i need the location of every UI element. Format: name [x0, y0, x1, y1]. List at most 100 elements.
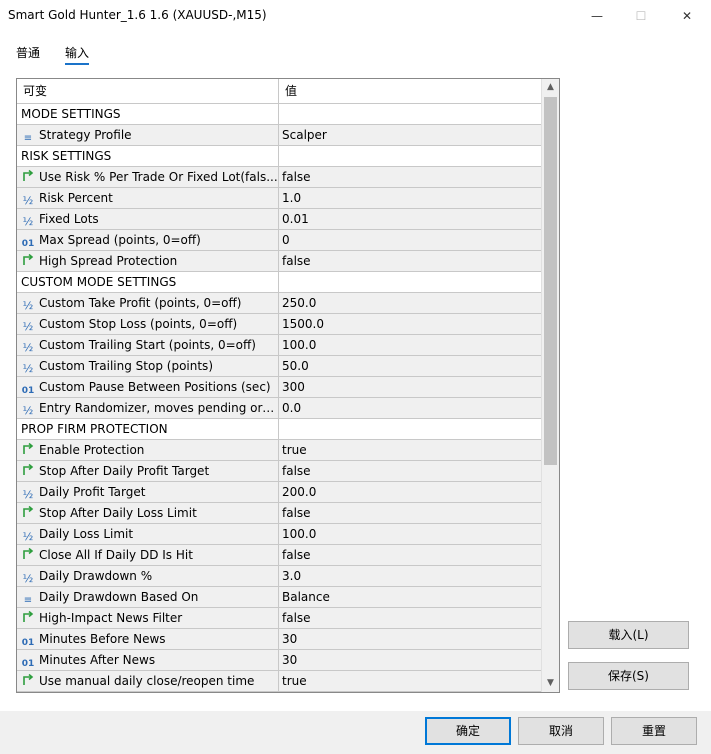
parameter-value[interactable]: 1500.0	[279, 314, 540, 334]
window-title: Smart Gold Hunter_1.6 1.6 (XAUUSD-,M15)	[8, 8, 267, 22]
parameter-value[interactable]: 100.0	[279, 524, 540, 544]
parameter-name: Entry Randomizer, moves pending ord...	[39, 401, 279, 415]
parameter-value[interactable]: false	[279, 167, 540, 187]
parameter-name-cell: RISK SETTINGS	[17, 146, 279, 166]
section-row[interactable]: CUSTOM MODE SETTINGS	[17, 272, 541, 293]
parameter-name: Daily Loss Limit	[39, 527, 134, 541]
bool-arrow-icon	[21, 505, 35, 519]
parameter-value[interactable]: 30	[279, 629, 540, 649]
parameter-row[interactable]: ½ Custom Stop Loss (points, 0=off) 1500.0	[17, 314, 541, 335]
parameter-name-cell: CUSTOM MODE SETTINGS	[17, 272, 279, 292]
parameter-value[interactable]: 1.0	[279, 188, 540, 208]
parameter-value[interactable]: 0	[279, 230, 540, 250]
tab-general[interactable]: 普通	[16, 42, 40, 63]
parameter-value[interactable]: 0.01	[279, 209, 540, 229]
parameter-name-cell: High Spread Protection	[17, 251, 279, 271]
parameter-name: High Spread Protection	[39, 254, 178, 268]
close-icon[interactable]: ✕	[664, 0, 710, 32]
parameter-name: Strategy Profile	[39, 128, 132, 142]
cancel-button[interactable]: 取消	[518, 717, 604, 745]
parameter-value[interactable]: 0.0	[279, 398, 540, 418]
parameter-row[interactable]: ½ Daily Loss Limit 100.0	[17, 524, 541, 545]
scroll-thumb[interactable]	[544, 97, 557, 465]
section-row[interactable]: RISK SETTINGS	[17, 146, 541, 167]
parameter-row[interactable]: Use Risk % Per Trade Or Fixed Lot(fals..…	[17, 167, 541, 188]
parameter-row[interactable]: ½ Risk Percent 1.0	[17, 188, 541, 209]
load-button[interactable]: 载入(L)	[568, 621, 689, 649]
parameter-row[interactable]: Enable Protection true	[17, 440, 541, 461]
parameter-name-cell: PROP FIRM PROTECTION	[17, 419, 279, 439]
parameter-row[interactable]: ½ Entry Randomizer, moves pending ord... 0…	[17, 398, 541, 419]
parameter-value[interactable]: true	[279, 671, 540, 691]
parameter-row[interactable]: ½ Daily Profit Target 200.0	[17, 482, 541, 503]
parameter-value[interactable]: 300	[279, 377, 540, 397]
parameter-row[interactable]: ½ Custom Trailing Start (points, 0=off) 10…	[17, 335, 541, 356]
reset-button[interactable]: 重置	[611, 717, 697, 745]
column-header-value[interactable]: 值	[279, 79, 297, 103]
double-type-icon: ½	[22, 215, 34, 228]
parameter-row[interactable]: 01 Minutes After News 30	[17, 650, 541, 671]
parameter-value[interactable]: false	[279, 608, 540, 628]
double-type-icon: ½	[22, 194, 34, 207]
parameter-value[interactable]: 30	[279, 650, 540, 670]
parameter-row[interactable]: High-Impact News Filter false	[17, 608, 541, 629]
parameter-value[interactable]: 250.0	[279, 293, 540, 313]
scroll-down-arrow-icon[interactable]: ▼	[542, 675, 559, 692]
parameter-name: Minutes Before News	[39, 632, 166, 646]
section-row[interactable]: PROP FIRM PROTECTION	[17, 419, 541, 440]
parameter-row[interactable]: 01 Custom Pause Between Positions (sec) 30…	[17, 377, 541, 398]
dialog-footer: 确定 取消 重置	[0, 711, 711, 754]
parameter-value[interactable]: false	[279, 461, 540, 481]
parameter-name-cell: ½ Fixed Lots	[17, 209, 279, 229]
parameter-value[interactable]: 100.0	[279, 335, 540, 355]
parameter-row[interactable]: 01 Max Spread (points, 0=off) 0	[17, 230, 541, 251]
parameter-row[interactable]: ½ Custom Trailing Stop (points) 50.0	[17, 356, 541, 377]
parameter-row[interactable]: Stop After Daily Loss Limit false	[17, 503, 541, 524]
parameter-value[interactable]: true	[279, 440, 540, 460]
parameter-name-cell: ½ Risk Percent	[17, 188, 279, 208]
vertical-scrollbar[interactable]: ▲ ▼	[541, 79, 559, 692]
grid-rows: MODE SETTINGS ≡ Strategy Profile Scalper RIS…	[17, 104, 541, 692]
parameter-name: Enable Protection	[39, 443, 145, 457]
parameter-row[interactable]: ½ Fixed Lots 0.01	[17, 209, 541, 230]
grid-header: 可变 值	[17, 79, 541, 104]
minimize-icon[interactable]: —	[574, 0, 620, 32]
parameter-row[interactable]: ½ Daily Drawdown % 3.0	[17, 566, 541, 587]
parameter-name: Custom Trailing Start (points, 0=off)	[39, 338, 256, 352]
parameter-value[interactable]: 200.0	[279, 482, 540, 502]
ok-button[interactable]: 确定	[425, 717, 511, 745]
column-header-variable[interactable]: 可变	[17, 79, 279, 103]
parameter-value[interactable]: Balance	[279, 587, 540, 607]
parameter-row[interactable]: Close All If Daily DD Is Hit false	[17, 545, 541, 566]
parameter-row[interactable]: ½ Custom Take Profit (points, 0=off) 250.0	[17, 293, 541, 314]
bool-arrow-icon	[21, 463, 35, 477]
parameter-row[interactable]: ≡ Daily Drawdown Based On Balance	[17, 587, 541, 608]
bool-arrow-icon	[21, 442, 35, 456]
parameter-row[interactable]: Stop After Daily Profit Target false	[17, 461, 541, 482]
save-button[interactable]: 保存(S)	[568, 662, 689, 690]
parameter-name: Stop After Daily Profit Target	[39, 464, 210, 478]
parameter-name: Daily Profit Target	[39, 485, 146, 499]
tab-inputs[interactable]: 输入	[65, 42, 90, 65]
bool-arrow-icon	[21, 673, 35, 687]
bool-arrow-icon	[21, 253, 35, 267]
section-row[interactable]: MODE SETTINGS	[17, 104, 541, 125]
parameter-row[interactable]: Use manual daily close/reopen time true	[17, 671, 541, 692]
double-type-icon: ½	[22, 362, 34, 375]
parameter-name-cell: MODE SETTINGS	[17, 104, 279, 124]
parameter-name: Custom Trailing Stop (points)	[39, 359, 213, 373]
scroll-up-arrow-icon[interactable]: ▲	[542, 79, 559, 96]
parameter-name: Daily Drawdown %	[39, 569, 153, 583]
parameter-value	[279, 146, 540, 166]
parameter-row[interactable]: 01 Minutes Before News 30	[17, 629, 541, 650]
parameter-value[interactable]: false	[279, 503, 540, 523]
parameter-row[interactable]: ≡ Strategy Profile Scalper	[17, 125, 541, 146]
parameter-value[interactable]: 50.0	[279, 356, 540, 376]
double-type-icon: ½	[22, 299, 34, 312]
parameter-value[interactable]: 3.0	[279, 566, 540, 586]
parameter-value[interactable]: Scalper	[279, 125, 540, 145]
parameter-value[interactable]: false	[279, 251, 540, 271]
parameter-row[interactable]: High Spread Protection false	[17, 251, 541, 272]
parameter-value[interactable]: false	[279, 545, 540, 565]
parameter-name-cell: Stop After Daily Profit Target	[17, 461, 279, 481]
